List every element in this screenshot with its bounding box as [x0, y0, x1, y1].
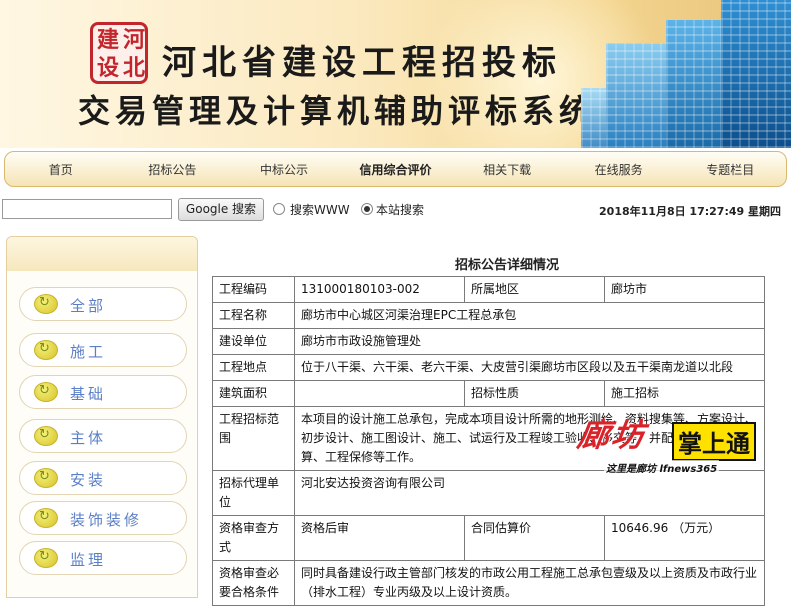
table-row: 工程名称 廊坊市中心城区河渠治理EPC工程总承包: [212, 302, 765, 329]
nav-award-notices[interactable]: 中标公示: [228, 161, 340, 178]
sidebar-item-label: 主体: [70, 429, 107, 447]
label-contract-estimate: 合同估算价: [464, 515, 605, 561]
watermark-tagline: 这里是廊坊 lfnews365: [604, 460, 720, 475]
table-row: 工程编码 131000180103-002 所属地区 廊坊市: [212, 276, 765, 303]
value-project-code: 131000180103-002: [294, 276, 465, 303]
sidebar-item-label: 施工: [70, 343, 107, 361]
main-nav: 首页 招标公告 中标公示 信用综合评价 相关下载 在线服务 专题栏目: [4, 151, 787, 187]
site-title-line1: 河北省建设工程招投标: [162, 43, 562, 83]
google-search-button[interactable]: Google 搜索: [178, 198, 264, 221]
sidebar-item-main-structure[interactable]: 主体: [19, 419, 187, 453]
sidebar-item-decoration[interactable]: 装饰装修: [19, 501, 187, 535]
label-agency: 招标代理单位: [212, 470, 295, 516]
sidebar-item-all[interactable]: 全部: [19, 287, 187, 321]
table-row: 工程地点 位于八干渠、六干渠、老六干渠、大皮营引渠廊坊市区段以及五干渠南龙道以北…: [212, 354, 765, 381]
nav-home[interactable]: 首页: [5, 161, 117, 178]
seal-char: 河: [123, 27, 146, 53]
label-location: 工程地点: [212, 354, 295, 381]
value-location: 位于八干渠、六干渠、老六干渠、大皮营引渠廊坊市区段以及五干渠南龙道以北段: [294, 354, 765, 381]
table-row: 资格审查必要合格条件 同时具备建设行政主管部门核发的市政公用工程施工总承包壹级及…: [212, 560, 765, 606]
category-sidebar: 全部 施工 基础 主体 安装 装饰装修 监理: [6, 236, 198, 598]
building-graphic: [606, 43, 666, 148]
label-owner: 建设单位: [212, 328, 295, 355]
seal-char: 设: [97, 55, 120, 81]
current-datetime: 2018年11月8日 17:27:49 星期四: [599, 205, 781, 218]
nav-tender-notices[interactable]: 招标公告: [117, 161, 229, 178]
label-project-name: 工程名称: [212, 302, 295, 329]
radio-search-site-label: 本站搜索: [376, 203, 425, 217]
sidebar-item-supervision[interactable]: 监理: [19, 541, 187, 575]
radio-search-www-label: 搜索WWW: [290, 203, 350, 217]
refresh-icon: [34, 340, 58, 360]
watermark-badge: 掌上通: [672, 422, 756, 461]
watermark-brand: 廊坊: [575, 416, 649, 454]
seal-char: 北: [123, 55, 146, 81]
value-contract-estimate: 10646.96 （万元）: [604, 515, 765, 561]
nav-downloads[interactable]: 相关下载: [451, 161, 563, 178]
value-qualification-method: 资格后审: [294, 515, 465, 561]
value-owner: 廊坊市市政设施管理处: [294, 328, 765, 355]
radio-search-site[interactable]: [361, 203, 373, 215]
value-building-area: [294, 380, 465, 407]
nav-credit-evaluation[interactable]: 信用综合评价: [340, 161, 452, 178]
refresh-icon: [34, 468, 58, 488]
label-region: 所属地区: [464, 276, 605, 303]
table-row: 资格审查方式 资格后审 合同估算价 10646.96 （万元）: [212, 515, 765, 561]
sidebar-item-installation[interactable]: 安装: [19, 461, 187, 495]
building-graphic: [666, 20, 721, 148]
value-qualification-conditions: 同时具备建设行政主管部门核发的市政公用工程施工总承包壹级及以上资质及市政行业（排…: [294, 560, 765, 606]
sidebar-item-label: 监理: [70, 551, 107, 569]
watermark-logo: 廊坊 掌上通 这里是廊坊 lfnews365: [572, 408, 772, 478]
nav-online-service[interactable]: 在线服务: [563, 161, 675, 178]
sidebar-item-construction[interactable]: 施工: [19, 333, 187, 367]
label-building-area: 建筑面积: [212, 380, 295, 407]
sidebar-header: [7, 237, 197, 271]
value-tender-type: 施工招标: [604, 380, 765, 407]
value-project-name: 廊坊市中心城区河渠治理EPC工程总承包: [294, 302, 765, 329]
sidebar-item-label: 基础: [70, 385, 107, 403]
label-tender-scope: 工程招标范围: [212, 406, 295, 471]
building-graphic: [581, 88, 606, 148]
label-qualification-method: 资格审查方式: [212, 515, 295, 561]
sidebar-item-label: 全部: [70, 297, 107, 315]
site-logo-seal: 建 河 设 北: [90, 22, 148, 84]
label-qualification-conditions: 资格审查必要合格条件: [212, 560, 295, 606]
radio-search-www[interactable]: [273, 203, 285, 215]
value-region: 廊坊市: [604, 276, 765, 303]
sidebar-item-label: 安装: [70, 471, 107, 489]
detail-title: 招标公告详细情况: [454, 258, 559, 273]
refresh-icon: [34, 426, 58, 446]
search-input[interactable]: [2, 199, 172, 219]
site-title-line2: 交易管理及计算机辅助评标系统: [78, 92, 597, 130]
refresh-icon: [34, 382, 58, 402]
sidebar-item-foundation[interactable]: 基础: [19, 375, 187, 409]
label-tender-type: 招标性质: [464, 380, 605, 407]
refresh-icon: [34, 508, 58, 528]
seal-char: 建: [97, 27, 120, 53]
building-graphic: [721, 0, 791, 148]
refresh-icon: [34, 548, 58, 568]
nav-special-topics[interactable]: 专题栏目: [674, 161, 786, 178]
label-project-code: 工程编码: [212, 276, 295, 303]
table-row: 建设单位 廊坊市市政设施管理处: [212, 328, 765, 355]
sidebar-item-label: 装饰装修: [70, 511, 143, 529]
header-banner: 建 河 设 北 河北省建设工程招投标 交易管理及计算机辅助评标系统: [0, 0, 791, 148]
table-row: 建筑面积 招标性质 施工招标: [212, 380, 765, 407]
refresh-icon: [34, 294, 58, 314]
